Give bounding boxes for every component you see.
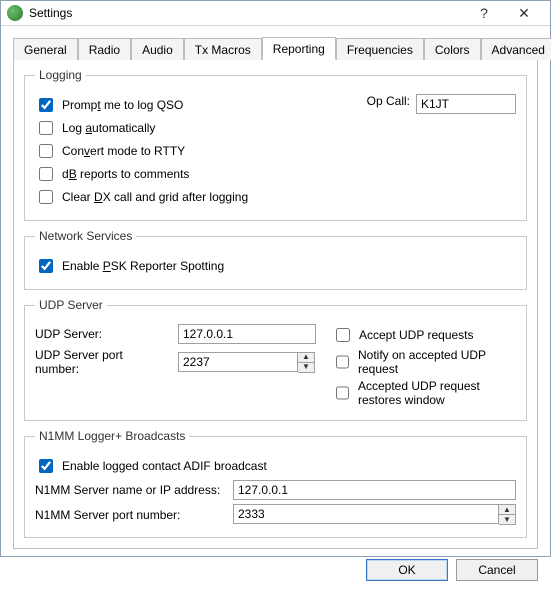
db-comments-label: dB reports to comments [62,167,189,181]
window-title: Settings [29,6,464,20]
prompt-log-qso-checkbox[interactable] [39,98,53,112]
n1mm-enable-checkbox[interactable] [39,459,53,473]
group-n1mm-legend: N1MM Logger+ Broadcasts [35,429,189,443]
tab-radio-label: Radio [89,43,120,57]
help-button[interactable]: ? [464,1,504,25]
tab-audio[interactable]: Audio [131,38,184,60]
group-udp-legend: UDP Server [35,298,107,312]
settings-window: Settings ? ✕ General Radio Audio Tx Macr… [0,0,551,557]
udp-notify-checkbox[interactable] [336,355,349,369]
clear-dx-label: Clear DX call and grid after logging [62,190,248,204]
convert-rtty-checkbox[interactable] [39,144,53,158]
n1mm-enable-label: Enable logged contact ADIF broadcast [62,459,267,473]
udp-port-input[interactable] [178,352,298,372]
clear-dx-checkbox[interactable] [39,190,53,204]
group-n1mm: N1MM Logger+ Broadcasts Enable logged co… [24,429,527,538]
tab-radio[interactable]: Radio [78,38,131,60]
cancel-button-label: Cancel [478,563,515,577]
psk-reporter-label: Enable PSK Reporter Spotting [62,259,224,273]
n1mm-port-label: N1MM Server port number: [35,508,225,522]
tab-txmacros[interactable]: Tx Macros [184,38,262,60]
tab-reporting[interactable]: Reporting [262,37,336,60]
n1mm-server-label: N1MM Server name or IP address: [35,483,225,497]
tab-general-label: General [24,43,67,57]
psk-reporter-checkbox[interactable] [39,259,53,273]
dialog-footer: OK Cancel [13,549,538,581]
tab-advanced[interactable]: Advanced [481,38,551,60]
udp-accept-checkbox[interactable] [336,328,350,342]
n1mm-port-input[interactable] [233,504,499,524]
tab-audio-label: Audio [142,43,173,57]
tab-colors-label: Colors [435,43,470,57]
tab-advanced-label: Advanced [492,43,545,57]
udp-server-label: UDP Server: [35,327,170,341]
udp-notify-label: Notify on accepted UDP request [358,348,516,376]
app-icon [7,5,23,21]
prompt-log-qso-label: Prompt me to log QSO [62,98,183,112]
spin-up-icon[interactable]: ▲ [298,353,314,363]
client-area: General Radio Audio Tx Macros Reporting … [1,26,550,593]
n1mm-port-spin-buttons[interactable]: ▲ ▼ [499,504,516,525]
n1mm-server-input[interactable] [233,480,516,500]
spin-up-icon[interactable]: ▲ [499,505,515,515]
close-button[interactable]: ✕ [504,1,544,25]
cancel-button[interactable]: Cancel [456,559,538,581]
group-network-legend: Network Services [35,229,136,243]
udp-restore-checkbox[interactable] [336,386,349,400]
tab-frequencies-label: Frequencies [347,43,413,57]
tab-colors[interactable]: Colors [424,38,481,60]
group-network: Network Services Enable PSK Reporter Spo… [24,229,527,290]
udp-restore-label: Accepted UDP request restores window [358,379,516,407]
ok-button-label: OK [398,563,415,577]
udp-port-spinner[interactable]: ▲ ▼ [178,352,315,373]
udp-port-label: UDP Server port number: [35,348,170,376]
tabpage-reporting: Logging Prompt me to log QSO Log [13,59,538,549]
udp-port-spin-buttons[interactable]: ▲ ▼ [298,352,315,373]
tab-txmacros-label: Tx Macros [195,43,251,57]
tab-reporting-label: Reporting [273,42,325,56]
tab-general[interactable]: General [13,38,78,60]
spin-down-icon[interactable]: ▼ [298,363,314,372]
udp-accept-label: Accept UDP requests [359,328,474,342]
opcall-label: Op Call: [367,94,410,108]
tabstrip: General Radio Audio Tx Macros Reporting … [13,36,538,60]
ok-button[interactable]: OK [366,559,448,581]
udp-server-input[interactable] [178,324,316,344]
group-udp: UDP Server UDP Server: UDP Server port n… [24,298,527,421]
spin-down-icon[interactable]: ▼ [499,515,515,524]
opcall-input[interactable] [416,94,516,114]
titlebar: Settings ? ✕ [1,1,550,26]
tab-frequencies[interactable]: Frequencies [336,38,424,60]
log-automatically-checkbox[interactable] [39,121,53,135]
group-logging: Logging Prompt me to log QSO Log [24,68,527,221]
convert-rtty-label: Convert mode to RTTY [62,144,185,158]
group-logging-legend: Logging [35,68,86,82]
db-comments-checkbox[interactable] [39,167,53,181]
n1mm-port-spinner[interactable]: ▲ ▼ [233,504,516,525]
log-automatically-label: Log automatically [62,121,155,135]
